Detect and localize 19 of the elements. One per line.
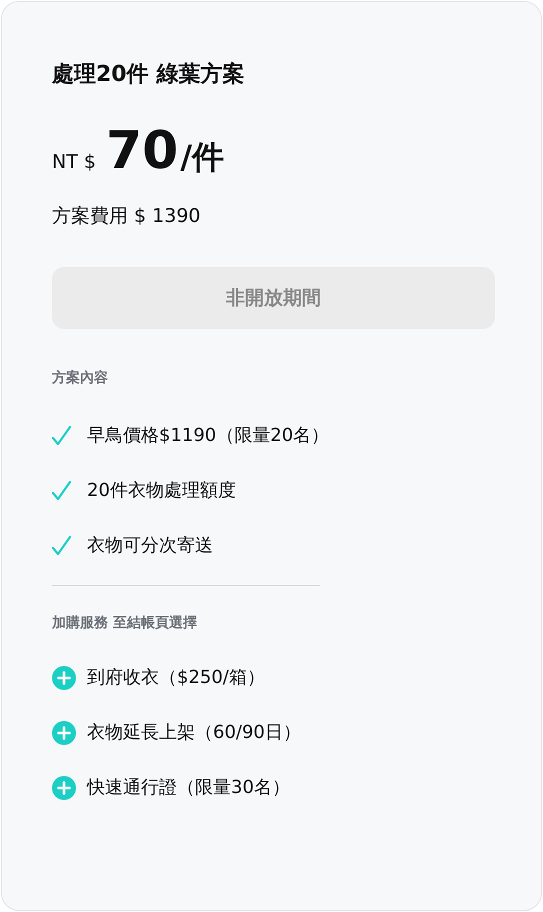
check-icon (52, 535, 72, 557)
check-icon (52, 480, 72, 502)
plus-circle-icon (52, 666, 76, 690)
addon-text: 快速通行證（限量30名） (87, 776, 290, 800)
section-heading: 方案內容 (52, 369, 108, 387)
feature-text: 早鳥價格$1190（限量20名） (87, 424, 330, 448)
plus-circle-icon (52, 721, 76, 745)
price-unit: /件 (180, 137, 224, 178)
currency-label: NT $ (52, 151, 96, 173)
section-heading: 加購服務 至結帳頁選擇 (52, 614, 197, 632)
addon-text: 到府收衣（$250/箱） (87, 666, 265, 690)
feature-text: 20件衣物處理額度 (87, 479, 236, 503)
plus-circle-icon (52, 776, 76, 800)
plan-title: 處理20件 綠葉方案 (52, 60, 244, 89)
check-icon (52, 425, 72, 447)
price-amount: 70 (106, 121, 178, 181)
plan-fee: 方案費用 $ 1390 (52, 204, 201, 229)
feature-text: 衣物可分次寄送 (87, 534, 213, 558)
addon-text: 衣物延長上架（60/90日） (87, 721, 301, 745)
